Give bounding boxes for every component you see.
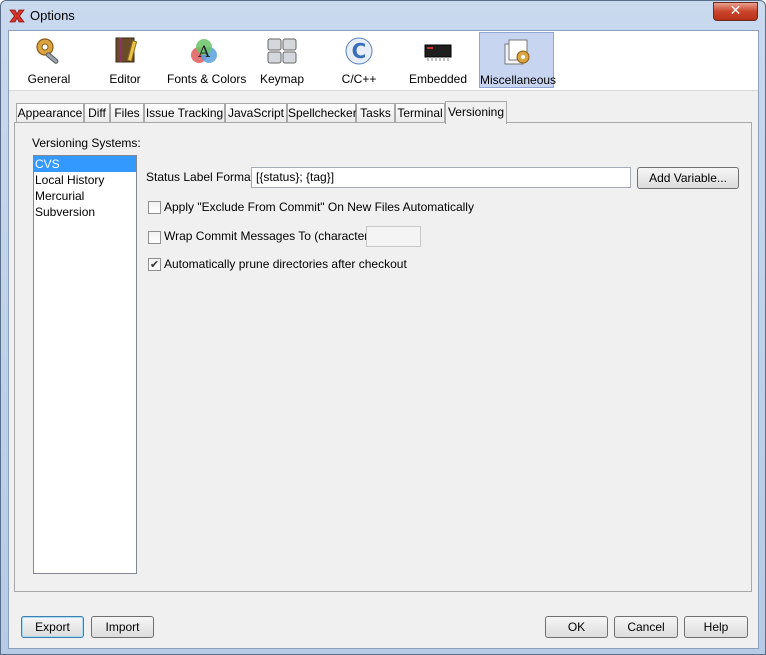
cancel-button[interactable]: Cancel xyxy=(614,616,678,638)
category-cpp[interactable]: C C/C++ xyxy=(333,32,385,88)
category-label: Embedded xyxy=(408,72,468,86)
list-item-mercurial[interactable]: Mercurial xyxy=(34,188,136,204)
status-label-format-label: Status Label Format: xyxy=(146,170,258,184)
tab-issue-tracking[interactable]: Issue Tracking xyxy=(144,103,225,123)
list-item-subversion[interactable]: Subversion xyxy=(34,204,136,220)
category-general[interactable]: General xyxy=(19,32,79,88)
tab-spellchecker[interactable]: Spellchecker xyxy=(287,103,357,123)
title-bar[interactable]: Options ✕ xyxy=(1,1,765,29)
keyboard-keys-icon xyxy=(267,38,297,64)
wrap-commit-messages-label: Wrap Commit Messages To (characters): xyxy=(164,229,382,243)
versioning-systems-label: Versioning Systems: xyxy=(32,136,141,150)
cpp-icon: C xyxy=(345,37,373,65)
notebook-pencil-icon xyxy=(115,37,138,63)
close-button[interactable]: ✕ xyxy=(713,2,758,21)
versioning-systems-list[interactable]: CVS Local History Mercurial Subversion xyxy=(33,155,137,574)
ok-button[interactable]: OK xyxy=(545,616,608,638)
help-button[interactable]: Help xyxy=(684,616,748,638)
category-miscellaneous[interactable]: Miscellaneous xyxy=(479,32,557,88)
font-palette-icon: A xyxy=(191,39,217,63)
tab-files[interactable]: Files xyxy=(110,103,144,123)
exclude-from-commit-label: Apply "Exclude From Commit" On New Files… xyxy=(164,200,474,214)
tab-tasks[interactable]: Tasks xyxy=(356,103,395,123)
tab-javascript[interactable]: JavaScript xyxy=(225,103,287,123)
wrap-commit-messages-checkbox[interactable] xyxy=(148,231,161,244)
category-editor[interactable]: Editor xyxy=(97,32,153,88)
category-label: Miscellaneous xyxy=(480,73,557,87)
misc-gear-icon xyxy=(504,39,529,65)
gear-wrench-icon xyxy=(36,38,59,64)
export-button[interactable]: Export xyxy=(21,616,84,638)
category-label: Fonts & Colors xyxy=(167,72,247,86)
netbeans-x-icon xyxy=(9,9,25,23)
svg-text:A: A xyxy=(197,42,210,61)
tab-strip: Appearance Diff Files Issue Tracking Jav… xyxy=(16,101,756,124)
list-item-cvs[interactable]: CVS xyxy=(34,156,136,172)
window-title: Options xyxy=(30,8,75,23)
checkmark-icon: ✔ xyxy=(149,258,160,271)
status-label-format-input[interactable]: [{status}; {tag}] xyxy=(251,167,631,188)
category-label: Editor xyxy=(109,72,141,86)
tab-diff[interactable]: Diff xyxy=(84,103,110,123)
prune-directories-label: Automatically prune directories after ch… xyxy=(164,257,407,271)
import-button[interactable]: Import xyxy=(91,616,154,638)
options-window: Options ✕ General Editor A Fonts & Color… xyxy=(0,0,766,655)
category-embedded[interactable]: Embedded xyxy=(407,32,469,88)
dialog-client-area: General Editor A Fonts & Colors Keymap C… xyxy=(8,30,759,649)
tab-terminal[interactable]: Terminal xyxy=(395,103,445,123)
list-item-local-history[interactable]: Local History xyxy=(34,172,136,188)
chip-icon xyxy=(424,44,452,61)
category-label: Keymap xyxy=(259,72,305,86)
versioning-panel: Versioning Systems: CVS Local History Me… xyxy=(14,122,752,592)
add-variable-button[interactable]: Add Variable... xyxy=(637,167,739,189)
prune-directories-checkbox[interactable]: ✔ xyxy=(148,258,161,271)
category-label: General xyxy=(27,72,71,86)
exclude-from-commit-checkbox[interactable] xyxy=(148,201,161,214)
wrap-characters-input[interactable] xyxy=(366,226,421,247)
category-fonts-colors[interactable]: A Fonts & Colors xyxy=(167,32,247,88)
tab-appearance[interactable]: Appearance xyxy=(16,103,84,123)
category-keymap[interactable]: Keymap xyxy=(257,32,307,88)
category-label: C/C++ xyxy=(341,72,377,86)
svg-text:C: C xyxy=(352,39,367,63)
tab-versioning[interactable]: Versioning xyxy=(445,101,507,124)
category-toolbar: General Editor A Fonts & Colors Keymap C… xyxy=(9,31,758,91)
